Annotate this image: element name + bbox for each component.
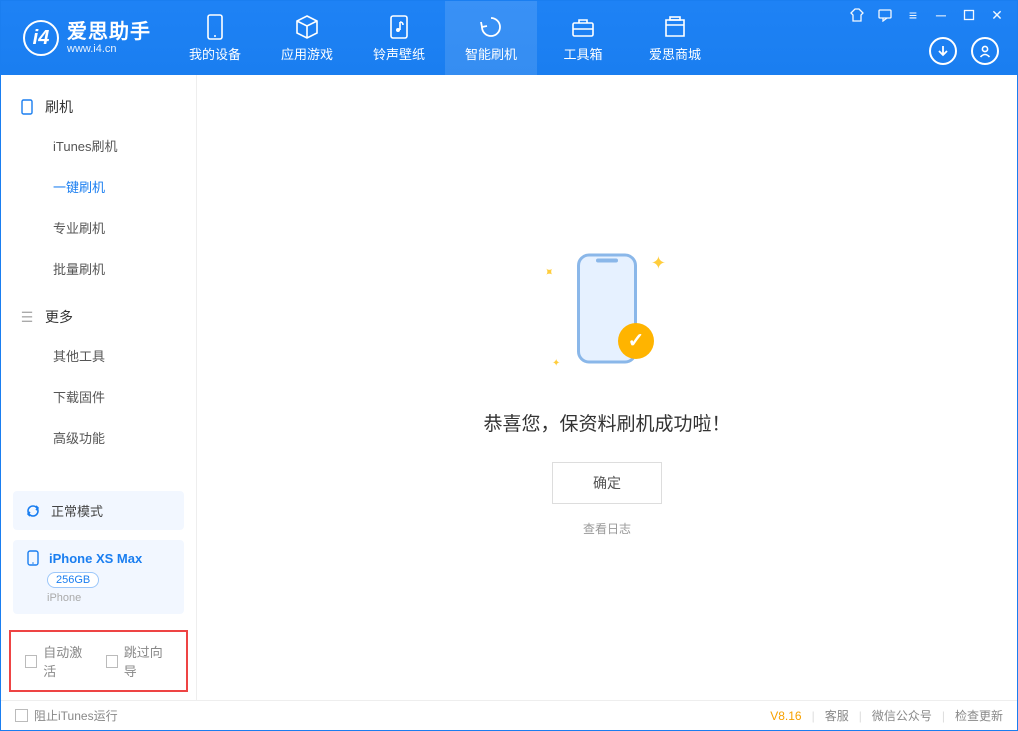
shirt-icon[interactable] xyxy=(849,7,865,23)
tab-store[interactable]: 爱思商城 xyxy=(629,1,721,75)
refresh-shield-icon xyxy=(478,14,504,40)
cube-icon xyxy=(294,14,320,40)
checkbox-icon xyxy=(106,655,118,668)
sidebar-item-itunes-flash[interactable]: iTunes刷机 xyxy=(1,125,196,166)
statusbar: 阻止iTunes运行 V8.16 | 客服 | 微信公众号 | 检查更新 xyxy=(1,700,1017,730)
support-link[interactable]: 客服 xyxy=(825,707,849,724)
success-message: 恭喜您，保资料刷机成功啦！ xyxy=(483,409,730,436)
user-button[interactable] xyxy=(971,37,999,65)
sparkle-icon: ✦ xyxy=(541,263,558,280)
wechat-link[interactable]: 微信公众号 xyxy=(872,707,932,724)
toolbox-icon xyxy=(570,14,596,40)
music-file-icon xyxy=(386,14,412,40)
device-mode: 正常模式 xyxy=(51,501,103,520)
sidebar-item-batch-flash[interactable]: 批量刷机 xyxy=(1,248,196,289)
device-panel: 正常模式 iPhone XS Max 256GB iPhone xyxy=(1,481,196,624)
success-illustration: ✦ ✦ ✦ ✓ xyxy=(532,239,682,389)
app-name: 爱思助手 xyxy=(67,21,151,43)
check-update-link[interactable]: 检查更新 xyxy=(955,707,1003,724)
app-url: www.i4.cn xyxy=(67,43,151,55)
logo-icon: i4 xyxy=(23,20,59,56)
device-type: iPhone xyxy=(47,592,172,604)
minimize-button[interactable]: ─ xyxy=(933,7,949,23)
download-button[interactable] xyxy=(929,37,957,65)
view-log-link[interactable]: 查看日志 xyxy=(583,520,631,537)
tab-ringtones[interactable]: 铃声壁纸 xyxy=(353,1,445,75)
feedback-icon[interactable] xyxy=(877,7,893,23)
checkbox-icon xyxy=(25,655,37,668)
auto-activate-checkbox[interactable]: 自动激活 xyxy=(25,642,92,680)
window-controls: ≡ ─ ✕ xyxy=(849,7,1005,23)
device-icon xyxy=(19,99,35,115)
device-name: iPhone XS Max xyxy=(49,551,142,566)
sidebar-item-advanced[interactable]: 高级功能 xyxy=(1,417,196,458)
device-card[interactable]: iPhone XS Max 256GB iPhone xyxy=(13,540,184,614)
sidebar-item-pro-flash[interactable]: 专业刷机 xyxy=(1,207,196,248)
sidebar-group-more: ☰ 更多 xyxy=(1,299,196,335)
store-icon xyxy=(662,14,688,40)
sparkle-icon: ✦ xyxy=(651,253,666,274)
sidebar-group-flash: 刷机 xyxy=(1,89,196,125)
sparkle-icon: ✦ xyxy=(552,358,560,369)
block-itunes-checkbox[interactable]: 阻止iTunes运行 xyxy=(15,707,118,724)
menu-icon[interactable]: ≡ xyxy=(905,7,921,23)
mode-card[interactable]: 正常模式 xyxy=(13,491,184,530)
sync-icon xyxy=(25,503,41,519)
main-tabs: 我的设备 应用游戏 铃声壁纸 智能刷机 工具箱 爱思商城 xyxy=(169,1,721,75)
body: 刷机 iTunes刷机 一键刷机 专业刷机 批量刷机 ☰ 更多 其他工具 下载固… xyxy=(1,75,1017,700)
close-button[interactable]: ✕ xyxy=(989,7,1005,23)
tab-my-device[interactable]: 我的设备 xyxy=(169,1,261,75)
sidebar-item-oneclick-flash[interactable]: 一键刷机 xyxy=(1,166,196,207)
list-icon: ☰ xyxy=(19,309,35,325)
tab-toolbox[interactable]: 工具箱 xyxy=(537,1,629,75)
header: i4 爱思助手 www.i4.cn 我的设备 应用游戏 铃声壁纸 智能刷机 工具… xyxy=(1,1,1017,75)
sidebar: 刷机 iTunes刷机 一键刷机 专业刷机 批量刷机 ☰ 更多 其他工具 下载固… xyxy=(1,75,197,700)
sidebar-item-other-tools[interactable]: 其他工具 xyxy=(1,335,196,376)
header-action-icons xyxy=(929,37,999,65)
sidebar-item-download-firmware[interactable]: 下载固件 xyxy=(1,376,196,417)
phone-icon xyxy=(202,14,228,40)
ok-button[interactable]: 确定 xyxy=(552,462,662,504)
version-label: V8.16 xyxy=(770,709,801,723)
tab-apps-games[interactable]: 应用游戏 xyxy=(261,1,353,75)
main-content: ✦ ✦ ✦ ✓ 恭喜您，保资料刷机成功啦！ 确定 查看日志 xyxy=(197,75,1017,700)
checkbox-icon xyxy=(15,709,28,722)
maximize-button[interactable] xyxy=(961,7,977,23)
check-badge-icon: ✓ xyxy=(618,323,654,359)
logo-area: i4 爱思助手 www.i4.cn xyxy=(1,20,169,56)
phone-small-icon xyxy=(25,550,41,566)
skip-guide-checkbox[interactable]: 跳过向导 xyxy=(106,642,173,680)
options-row: 自动激活 跳过向导 xyxy=(9,630,188,692)
tab-smart-flash[interactable]: 智能刷机 xyxy=(445,1,537,75)
storage-badge: 256GB xyxy=(47,572,99,588)
